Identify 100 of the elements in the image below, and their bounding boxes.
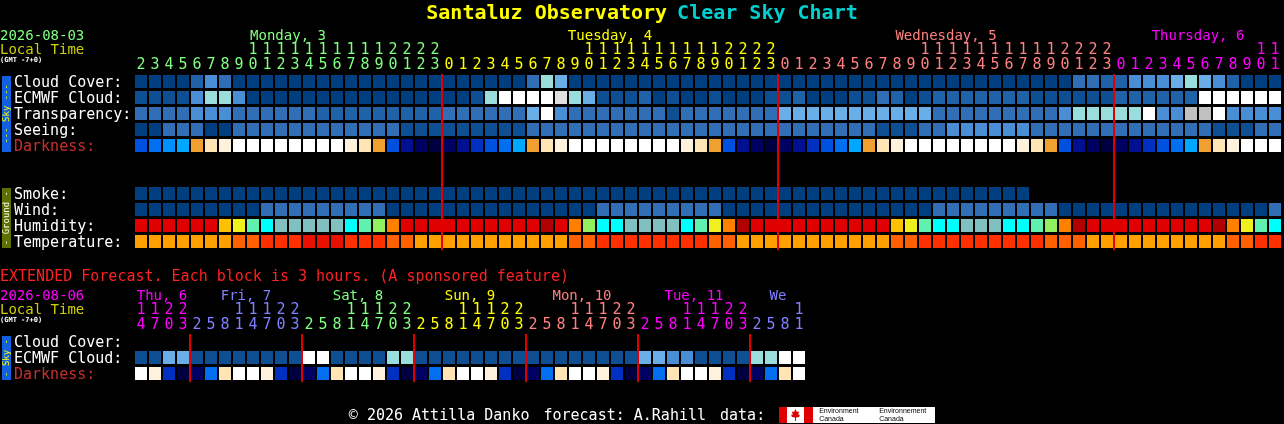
hour-label: 11 (262, 42, 272, 72)
hour-label: 12 (948, 42, 958, 72)
row-label: Cloud Cover: (14, 73, 123, 91)
hour-label: 17 (710, 302, 720, 332)
hour-label: 4 (836, 57, 846, 72)
hour-label: 5 (1186, 57, 1196, 72)
hour-label: 11 (570, 302, 580, 332)
hour-label: 2 (808, 57, 818, 72)
hour-label: 2 (1144, 57, 1154, 72)
hour-label: 7 (206, 57, 216, 72)
hour-label: 6 (192, 57, 202, 72)
hour-label: 14 (640, 42, 650, 72)
hour-label: 14 (584, 302, 594, 332)
hour-label: 16 (1004, 42, 1014, 72)
hour-label: 0 (444, 57, 454, 72)
hour-label: 14 (696, 302, 706, 332)
hour-label: 23 (178, 302, 188, 332)
forecast-date: 2026-08-03 (0, 28, 86, 42)
hour-label: 13 (962, 42, 972, 72)
hour-label: 11 (1270, 42, 1280, 72)
hour-label: 0 (780, 57, 790, 72)
hour-label: 11 (234, 302, 244, 332)
hour-label: 1 (794, 57, 804, 72)
hour-label: 11 (682, 302, 692, 332)
hour-label: 1 (1130, 57, 1140, 72)
hour-label: 8 (1228, 57, 1238, 72)
site-name: Santaluz Observatory (426, 0, 668, 24)
hour-label: 16 (332, 42, 342, 72)
hour-label: 11 (346, 302, 356, 332)
hour-label: 12 (612, 42, 622, 72)
hour-label: 11 (934, 42, 944, 72)
hour-label: 10 (920, 42, 930, 72)
hour-label: 10 (1256, 42, 1266, 72)
extended-notice: EXTENDED Forecast. Each block is 3 hours. (A sponsored feature) (0, 268, 570, 284)
hour-label: 2 (752, 317, 762, 332)
hour-label: 20 (164, 302, 174, 332)
hour-label: 22 (416, 42, 426, 72)
row-label: Seeing: (14, 121, 78, 139)
hour-label: 22 (1088, 42, 1098, 72)
hour-label: 19 (1046, 42, 1056, 72)
data-label: data: (720, 406, 766, 424)
hour-label: 7 (1214, 57, 1224, 72)
hour-label: 9 (234, 57, 244, 72)
hour-label: 8 (892, 57, 902, 72)
time-label: Local Time (0, 302, 86, 316)
hour-label: 17 (150, 302, 160, 332)
hour-label: 15 (990, 42, 1000, 72)
hour-label: 10 (584, 42, 594, 72)
hour-label: 13 (626, 42, 636, 72)
hour-label: 5 (178, 57, 188, 72)
hour-label: 20 (276, 302, 286, 332)
row-label: Transparency: (14, 105, 132, 123)
row-label: ECMWF Cloud: (14, 89, 123, 107)
chart-title: Clear Sky Chart (677, 0, 858, 24)
hour-label: 17 (346, 42, 356, 72)
hour-label: 23 (1102, 42, 1112, 72)
hour-label: 18 (1032, 42, 1042, 72)
row-label: Darkness: (14, 137, 96, 155)
day-label: Monday, 3 (250, 27, 326, 43)
hour-label: 11 (458, 302, 468, 332)
hour-label: 22 (752, 42, 762, 72)
hour-label: 3 (822, 57, 832, 72)
hour-label: 4 (500, 57, 510, 72)
day-label: Mon, 10 (552, 287, 612, 303)
hour-label: 8 (668, 317, 678, 332)
hour-label: 17 (682, 42, 692, 72)
hour-label: 14 (136, 302, 146, 332)
hour-label: 20 (388, 302, 398, 332)
hour-label: 5 (542, 317, 552, 332)
forecast-credit: forecast: A.Rahill (543, 406, 706, 424)
hour-label: 8 (444, 317, 454, 332)
hour-label: 5 (766, 317, 776, 332)
row-label: Darkness: (14, 365, 96, 383)
hour-label: 23 (626, 302, 636, 332)
hour-label: 13 (290, 42, 300, 72)
hour-label: 9 (1242, 57, 1252, 72)
day-label: We (769, 287, 787, 303)
hour-label: 11 (598, 42, 608, 72)
hour-label: 20 (724, 42, 734, 72)
hour-label: 9 (906, 57, 916, 72)
hour-label: 8 (220, 317, 230, 332)
hour-label: 5 (514, 57, 524, 72)
hour-label: 2 (192, 317, 202, 332)
hour-label: 3 (486, 57, 496, 72)
hour-label: 16 (668, 42, 678, 72)
hour-label: 11 (794, 302, 804, 332)
hour-label: 23 (402, 302, 412, 332)
hour-label: 18 (360, 42, 370, 72)
hour-label: 21 (1074, 42, 1084, 72)
day-label: Tuesday, 4 (567, 27, 653, 43)
flag-icon (779, 407, 814, 423)
hour-label: 5 (430, 317, 440, 332)
hour-label: 8 (556, 57, 566, 72)
day-label: Fri, 7 (220, 287, 272, 303)
hour-label: 20 (500, 302, 510, 332)
hour-label: 23 (430, 42, 440, 72)
hour-label: 21 (402, 42, 412, 72)
hour-label: 17 (374, 302, 384, 332)
hour-label: 15 (654, 42, 664, 72)
row-label: Cloud Cover: (14, 333, 123, 351)
